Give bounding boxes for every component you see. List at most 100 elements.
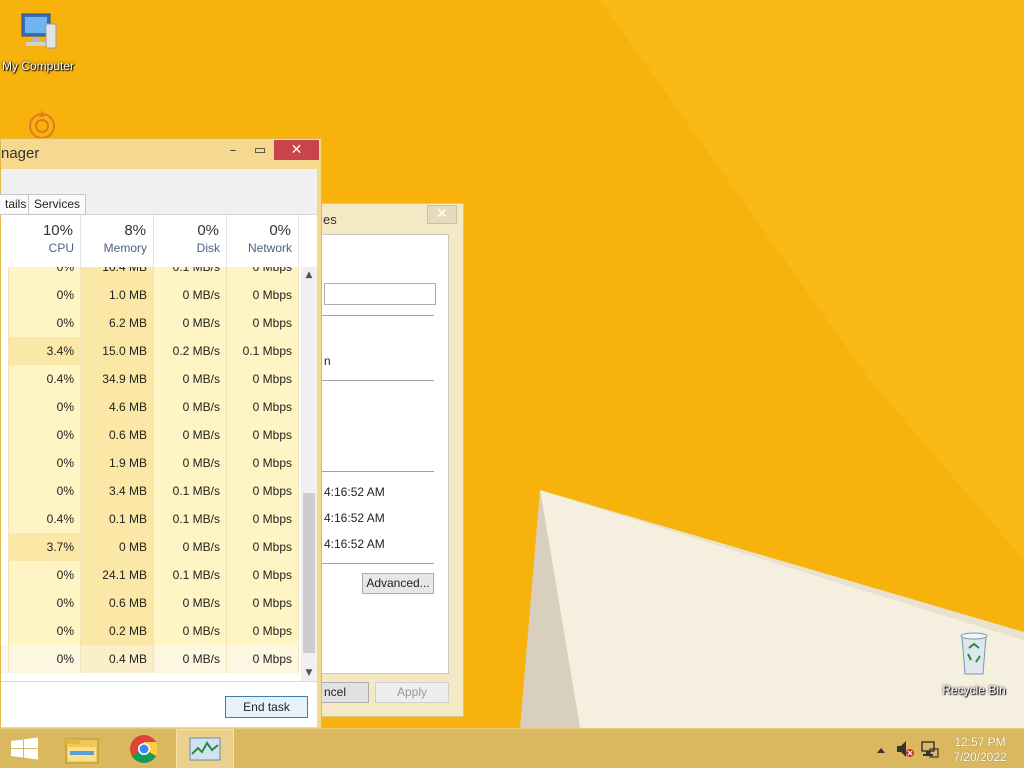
memory-cell: 0.1 MB: [81, 505, 154, 533]
properties-title-fragment: es: [323, 212, 337, 227]
network-cell: 0 Mbps: [227, 309, 299, 337]
divider: [322, 471, 434, 472]
memory-cell: 4.6 MB: [81, 393, 154, 421]
scroll-up-icon[interactable]: ▲: [301, 267, 317, 283]
process-row[interactable]: 0% 1.9 MB 0 MB/s 0 Mbps: [1, 449, 301, 477]
memory-label: Memory: [103, 241, 147, 255]
disk-cell: 0 MB/s: [154, 281, 227, 309]
process-row[interactable]: 0% 4.6 MB 0 MB/s 0 Mbps: [1, 393, 301, 421]
disk-cell: 0 MB/s: [154, 645, 227, 673]
show-hidden-icons[interactable]: [874, 729, 888, 768]
disk-label: Disk: [196, 241, 220, 255]
process-row[interactable]: 0.4% 34.9 MB 0 MB/s 0 Mbps: [1, 365, 301, 393]
scroll-down-icon[interactable]: ▼: [301, 665, 317, 681]
network-icon: [921, 741, 939, 758]
created-time: 4:16:52 AM: [324, 485, 385, 499]
my-computer-shortcut[interactable]: My Computer: [0, 10, 80, 73]
process-list: 0% 10.4 MB 0.1 MB/s 0 Mbps 0% 1.0 MB 0 MB/s 0 M…: [1, 267, 301, 687]
cpu-cell: 0%: [9, 477, 81, 505]
process-row[interactable]: 0% 0.6 MB 0 MB/s 0 Mbps: [1, 589, 301, 617]
memory-cell: 10.4 MB: [81, 267, 154, 281]
memory-cell: 1.9 MB: [81, 449, 154, 477]
apply-button[interactable]: Apply: [375, 682, 449, 703]
cpu-cell: 0%: [9, 267, 81, 281]
process-row[interactable]: 0% 10.4 MB 0.1 MB/s 0 Mbps: [1, 267, 301, 281]
network-total: 0%: [269, 222, 291, 239]
process-row[interactable]: 0% 24.1 MB 0.1 MB/s 0 Mbps: [1, 561, 301, 589]
cpu-cell: 0.4%: [9, 365, 81, 393]
window-title: nager: [1, 145, 40, 162]
process-row[interactable]: 0% 1.0 MB 0 MB/s 0 Mbps: [1, 281, 301, 309]
properties-panel: n 4:16:52 AM 4:16:52 AM 4:16:52 AM Advan…: [321, 234, 449, 674]
memory-cell: 0 MB: [81, 533, 154, 561]
network-cell: 0 Mbps: [227, 561, 299, 589]
process-row[interactable]: 0% 0.4 MB 0 MB/s 0 Mbps: [1, 645, 301, 673]
network-status-button[interactable]: [918, 729, 940, 768]
network-cell: 0 Mbps: [227, 589, 299, 617]
properties-name-field[interactable]: [324, 283, 436, 305]
process-row[interactable]: 0% 3.4 MB 0.1 MB/s 0 Mbps: [1, 477, 301, 505]
process-name-cell: [1, 477, 9, 505]
scroll-thumb[interactable]: [303, 493, 315, 653]
process-row[interactable]: 0% 6.2 MB 0 MB/s 0 Mbps: [1, 309, 301, 337]
taskbar-file-explorer[interactable]: [56, 729, 108, 768]
network-cell: 0 Mbps: [227, 281, 299, 309]
network-cell: 0 Mbps: [227, 477, 299, 505]
process-row[interactable]: 0.4% 0.1 MB 0.1 MB/s 0 Mbps: [1, 505, 301, 533]
start-button[interactable]: [0, 729, 52, 768]
taskbar-chrome[interactable]: [118, 729, 170, 768]
network-cell: 0 Mbps: [227, 505, 299, 533]
process-row[interactable]: 3.4% 15.0 MB 0.2 MB/s 0.1 Mbps: [1, 337, 301, 365]
disk-cell: 0 MB/s: [154, 533, 227, 561]
clock-date: 7/20/2022: [953, 750, 1007, 764]
network-cell: 0 Mbps: [227, 267, 299, 281]
taskbar: 12:57 PM 7/20/2022: [0, 728, 1024, 768]
column-cpu[interactable]: 10% CPU: [9, 215, 81, 267]
column-memory[interactable]: 8% Memory: [81, 215, 154, 267]
chevron-up-icon: [877, 748, 885, 753]
cpu-cell: 3.4%: [9, 337, 81, 365]
memory-cell: 0.2 MB: [81, 617, 154, 645]
maximize-button[interactable]: ▭: [246, 140, 274, 162]
advanced-button[interactable]: Advanced...: [362, 573, 434, 594]
properties-close-button[interactable]: ✕: [427, 205, 457, 224]
recycle-bin-shortcut[interactable]: Recycle Bin: [932, 630, 1016, 697]
process-row[interactable]: 0% 0.6 MB 0 MB/s 0 Mbps: [1, 421, 301, 449]
process-name-cell: [1, 449, 9, 477]
process-row[interactable]: 0% 0.2 MB 0 MB/s 0 Mbps: [1, 617, 301, 645]
cancel-button[interactable]: ncel: [321, 682, 369, 703]
vertical-scrollbar[interactable]: ▲ ▼: [301, 267, 317, 681]
close-icon: ✕: [436, 206, 448, 222]
properties-window: es ✕ n 4:16:52 AM 4:16:52 AM 4:16:52 AM …: [300, 203, 464, 717]
memory-cell: 1.0 MB: [81, 281, 154, 309]
cpu-cell: 0%: [9, 393, 81, 421]
process-name-cell: [1, 505, 9, 533]
clock[interactable]: 12:57 PM 7/20/2022: [944, 735, 1016, 765]
divider: [322, 380, 434, 381]
tab-services[interactable]: Services: [28, 194, 87, 215]
volume-button[interactable]: [894, 729, 916, 768]
memory-cell: 0.6 MB: [81, 421, 154, 449]
clock-time: 12:57 PM: [954, 735, 1006, 749]
process-name-cell: [1, 561, 9, 589]
lotus-app-icon: [29, 110, 55, 139]
network-cell: 0 Mbps: [227, 645, 299, 673]
column-network[interactable]: 0% Network: [227, 215, 299, 267]
network-cell: 0 Mbps: [227, 533, 299, 561]
memory-cell: 6.2 MB: [81, 309, 154, 337]
disk-cell: 0 MB/s: [154, 393, 227, 421]
recycle-bin-icon: [960, 632, 988, 675]
process-row[interactable]: 3.7% 0 MB 0 MB/s 0 Mbps: [1, 533, 301, 561]
modified-time: 4:16:52 AM: [324, 511, 385, 525]
process-name-cell: [1, 281, 9, 309]
disk-cell: 0.1 MB/s: [154, 561, 227, 589]
process-name-cell: [1, 337, 9, 365]
close-button[interactable]: ✕: [274, 140, 319, 160]
minimize-button[interactable]: –: [219, 140, 247, 162]
cpu-cell: 0.4%: [9, 505, 81, 533]
network-cell: 0.1 Mbps: [227, 337, 299, 365]
recycle-bin-label: Recycle Bin: [942, 683, 1006, 697]
taskbar-task-manager[interactable]: [176, 729, 234, 768]
column-disk[interactable]: 0% Disk: [154, 215, 227, 267]
end-task-button[interactable]: End task: [225, 696, 308, 718]
